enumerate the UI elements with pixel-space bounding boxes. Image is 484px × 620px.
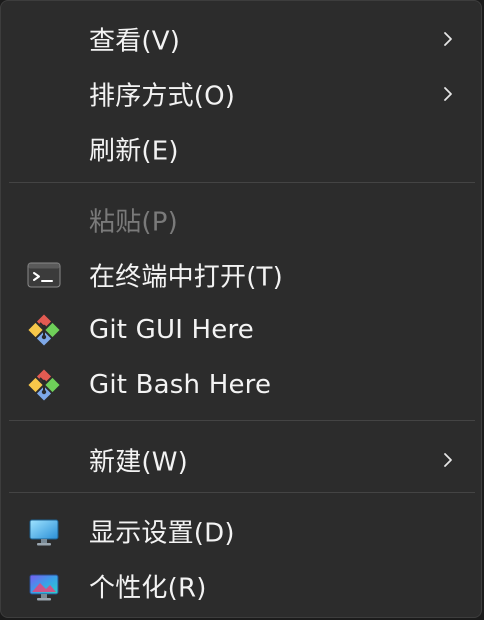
menu-item-display-settings[interactable]: 显示设置(D) xyxy=(9,506,475,556)
menu-item-label: 在终端中打开(T) xyxy=(89,262,283,293)
chevron-right-icon xyxy=(444,32,452,46)
menu-item-refresh[interactable]: 刷新(E) xyxy=(9,124,475,174)
menu-item-label: Git GUI Here xyxy=(89,315,255,345)
menu-item-label: 显示设置(D) xyxy=(89,518,235,549)
menu-item-git-bash-here[interactable]: Git Bash Here xyxy=(9,360,475,410)
display-settings-icon xyxy=(29,519,59,546)
menu-item-open-in-terminal[interactable]: 在终端中打开(T) xyxy=(9,250,475,300)
desktop-context-menu: 查看(V) 排序方式(O) 刷新(E) 粘贴(P) 在终端中打开(T) Git … xyxy=(0,0,482,618)
menu-separator xyxy=(9,492,475,493)
menu-item-label: 个性化(R) xyxy=(89,573,207,604)
chevron-right-icon xyxy=(444,87,452,101)
git-icon xyxy=(28,314,60,346)
menu-item-label: 排序方式(O) xyxy=(89,81,236,112)
menu-item-git-gui-here[interactable]: Git GUI Here xyxy=(9,305,475,355)
menu-item-paste: 粘贴(P) xyxy=(9,195,475,245)
menu-item-label: 粘贴(P) xyxy=(89,207,178,238)
chevron-right-icon xyxy=(444,453,452,467)
menu-item-label: Git Bash Here xyxy=(89,370,272,400)
menu-item-label: 刷新(E) xyxy=(89,136,179,167)
menu-item-new[interactable]: 新建(W) xyxy=(9,435,475,485)
menu-item-view[interactable]: 查看(V) xyxy=(9,14,475,64)
menu-item-sort-by[interactable]: 排序方式(O) xyxy=(9,69,475,119)
menu-item-label: 查看(V) xyxy=(89,26,181,57)
menu-separator xyxy=(9,420,475,421)
menu-item-label: 新建(W) xyxy=(89,447,188,478)
personalize-icon xyxy=(29,574,59,601)
git-icon xyxy=(28,369,60,401)
menu-separator xyxy=(9,182,475,183)
terminal-icon xyxy=(27,262,61,288)
menu-item-personalize[interactable]: 个性化(R) xyxy=(9,561,475,611)
